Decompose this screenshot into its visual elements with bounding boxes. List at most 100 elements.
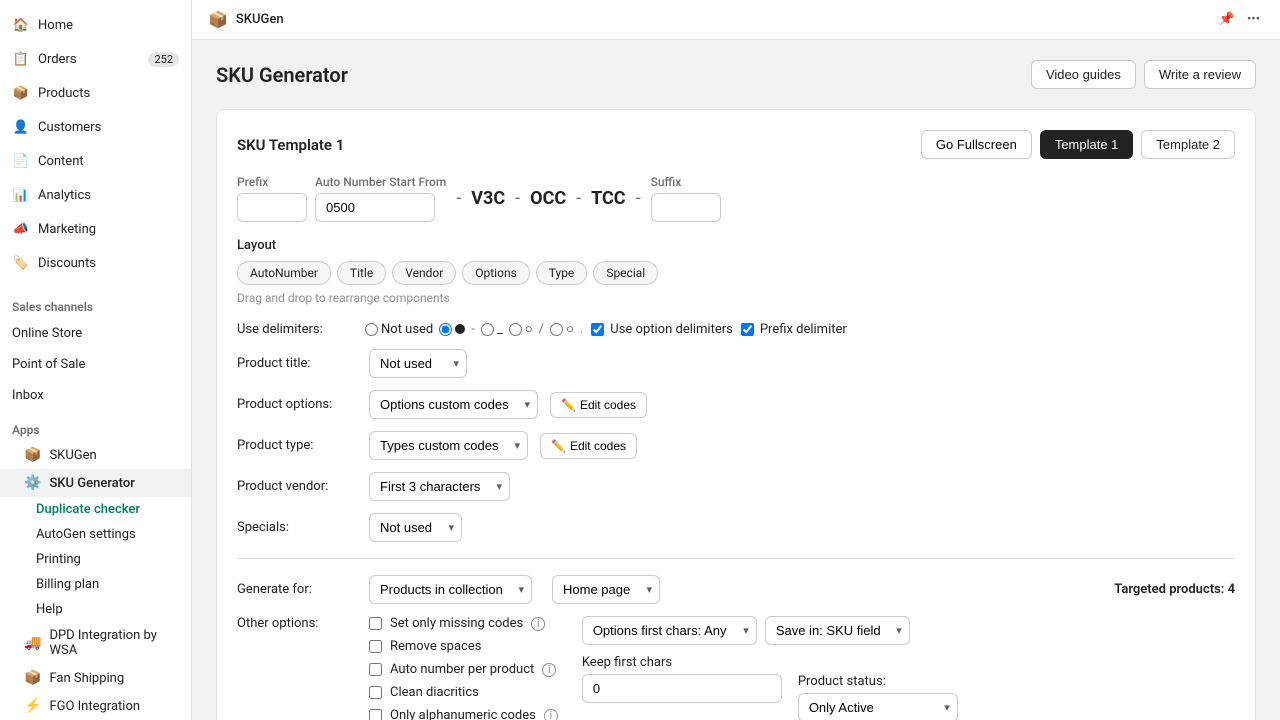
sidebar-item-fgo[interactable]: ⚡ FGO Integration (0, 692, 191, 720)
auto-number-info-icon[interactable]: i (542, 663, 556, 677)
radio-underscore[interactable]: _ (481, 322, 503, 337)
radio-dot[interactable] (439, 323, 465, 336)
page-body: SKU Generator Video guides Write a revie… (192, 40, 1280, 720)
template2-button[interactable]: Template 2 (1141, 130, 1235, 159)
options-grid: Set only missing codes i Remove spaces A… (369, 616, 958, 720)
sidebar-item-inbox[interactable]: Inbox (0, 380, 191, 411)
sidebar-sub-duplicate-checker[interactable]: Duplicate checker (0, 497, 191, 522)
product-type-select[interactable]: Types custom codes Not used Full type (369, 431, 528, 460)
product-status-select[interactable]: Only Active All Draft Archived (798, 693, 958, 720)
radio-circle2[interactable]: ○ (550, 321, 574, 337)
sidebar-item-point-of-sale[interactable]: Point of Sale (0, 349, 191, 380)
product-options-select[interactable]: Options custom codes Not used (369, 390, 538, 419)
go-fullscreen-button[interactable]: Go Fullscreen (921, 130, 1032, 159)
prefix-delimiter-checkbox[interactable] (741, 323, 754, 336)
remove-spaces-checkbox[interactable] (369, 640, 382, 653)
sidebar-sub-billing[interactable]: Billing plan (0, 572, 191, 597)
pill-type[interactable]: Type (536, 261, 588, 285)
options-first-chars-wrapper: Options first chars: Any 123 (582, 616, 757, 645)
sidebar-item-orders[interactable]: 📋 Orders 252 (0, 42, 191, 76)
checkbox-set-missing[interactable]: Set only missing codes i (369, 616, 558, 631)
radio-circle[interactable]: ○ (509, 321, 533, 337)
auto-number-label-2: Auto number per product (390, 662, 534, 677)
topbar: 📦 SKUGen 📌 ••• (192, 0, 1280, 40)
prefix-delimiter-label: Prefix delimiter (760, 322, 847, 337)
alphanumeric-checkbox[interactable] (369, 709, 382, 720)
template1-button[interactable]: Template 1 (1040, 130, 1134, 159)
set-missing-info-icon[interactable]: i (531, 617, 545, 631)
save-in-select[interactable]: Save in: SKU field Barcode field Metafie… (765, 616, 910, 645)
sidebar-sub-printing[interactable]: Printing (0, 547, 191, 572)
product-vendor-select[interactable]: First 3 characters Not used Full vendor (369, 472, 510, 501)
alphanumeric-info-icon[interactable]: i (544, 709, 558, 720)
radio-not-used[interactable]: Not used (365, 322, 433, 337)
pill-title[interactable]: Title (337, 261, 386, 285)
more-options-icon[interactable]: ••• (1243, 8, 1264, 31)
use-option-delimiters-checkbox[interactable] (591, 323, 604, 336)
collection-select[interactable]: Home page (552, 575, 660, 604)
keep-first-chars-label: Keep first chars (582, 655, 958, 670)
template-header: SKU Template 1 Go Fullscreen Template 1 … (237, 130, 1235, 159)
sku-generator-icon: ⚙️ (24, 475, 41, 491)
main-content: 📦 SKUGen 📌 ••• SKU Generator Video guide… (192, 0, 1280, 720)
checkbox-clean-diacritics[interactable]: Clean diacritics (369, 685, 558, 700)
suffix-input[interactable] (651, 193, 721, 222)
checkbox-remove-spaces[interactable]: Remove spaces (369, 639, 558, 654)
pencil-icon: ✏️ (561, 398, 576, 412)
sidebar-item-fan-shipping[interactable]: 📦 Fan Shipping (0, 664, 191, 692)
checkbox-auto-number[interactable]: Auto number per product i (369, 662, 558, 677)
prefix-input[interactable] (237, 193, 307, 222)
clean-diacritics-checkbox[interactable] (369, 686, 382, 699)
page-actions: Video guides Write a review (1031, 60, 1256, 89)
pin-icon[interactable]: 📌 (1215, 8, 1239, 31)
pill-special[interactable]: Special (593, 261, 658, 285)
specials-label: Specials: (237, 520, 357, 535)
sidebar-item-dpd[interactable]: 🚚 DPD Integration by WSA (0, 622, 191, 664)
options-left: Set only missing codes i Remove spaces A… (369, 616, 558, 720)
set-missing-label: Set only missing codes (390, 616, 523, 631)
sidebar-item-online-store[interactable]: Online Store (0, 318, 191, 349)
video-guides-button[interactable]: Video guides (1031, 60, 1136, 89)
sidebar-item-sku-generator[interactable]: ⚙️ SKU Generator (0, 469, 191, 497)
generate-for-select[interactable]: Products in collection All products Sele… (369, 575, 532, 604)
topbar-app-title: SKUGen (236, 12, 284, 27)
product-status-label: Product status: (798, 674, 958, 689)
auto-number-input[interactable] (315, 193, 435, 222)
product-status-group: Product status: Only Active All Draft Ar… (798, 674, 958, 720)
slash-separator: / (539, 322, 544, 337)
discounts-icon: 🏷️ (12, 254, 30, 272)
apps-header: Apps (0, 411, 191, 441)
sidebar-item-products[interactable]: 📦 Products (0, 76, 191, 110)
checkbox-alphanumeric[interactable]: Only alphanumeric codes i (369, 708, 558, 720)
sidebar-item-analytics[interactable]: 📊 Analytics (0, 178, 191, 212)
product-title-select[interactable]: Not used Full title First word (369, 349, 467, 378)
set-missing-checkbox[interactable] (369, 617, 382, 630)
product-type-edit-button[interactable]: ✏️ Edit codes (540, 433, 637, 459)
product-options-select-wrapper: Options custom codes Not used (369, 390, 538, 419)
content-icon: 📄 (12, 152, 30, 170)
sidebar-item-home[interactable]: 🏠 Home (0, 8, 191, 42)
keep-first-chars-input[interactable] (582, 674, 782, 703)
analytics-icon: 📊 (12, 186, 30, 204)
template-title: SKU Template 1 (237, 136, 344, 154)
product-options-edit-button[interactable]: ✏️ Edit codes (550, 392, 647, 418)
sidebar-sub-autogen[interactable]: AutoGen settings (0, 522, 191, 547)
orders-icon: 📋 (12, 50, 30, 68)
prefix-label: Prefix (237, 175, 307, 189)
topbar-actions: 📌 ••• (1215, 8, 1264, 31)
sidebar-sub-help[interactable]: Help (0, 597, 191, 622)
dpd-icon: 🚚 (24, 635, 41, 651)
pill-options[interactable]: Options (462, 261, 530, 285)
sidebar-item-marketing[interactable]: 📣 Marketing (0, 212, 191, 246)
auto-number-checkbox[interactable] (369, 663, 382, 676)
specials-select[interactable]: Not used (369, 513, 462, 542)
pill-autonumber[interactable]: AutoNumber (237, 261, 331, 285)
pill-vendor[interactable]: Vendor (392, 261, 456, 285)
template-action-buttons: Go Fullscreen Template 1 Template 2 (921, 130, 1235, 159)
sidebar-item-content[interactable]: 📄 Content (0, 144, 191, 178)
sidebar-item-customers[interactable]: 👤 Customers (0, 110, 191, 144)
options-first-chars-select[interactable]: Options first chars: Any 123 (582, 616, 757, 645)
write-review-button[interactable]: Write a review (1144, 60, 1256, 89)
sidebar-item-discounts[interactable]: 🏷️ Discounts (0, 246, 191, 280)
sidebar-item-skugen[interactable]: 📦 SKUGen (0, 441, 191, 469)
